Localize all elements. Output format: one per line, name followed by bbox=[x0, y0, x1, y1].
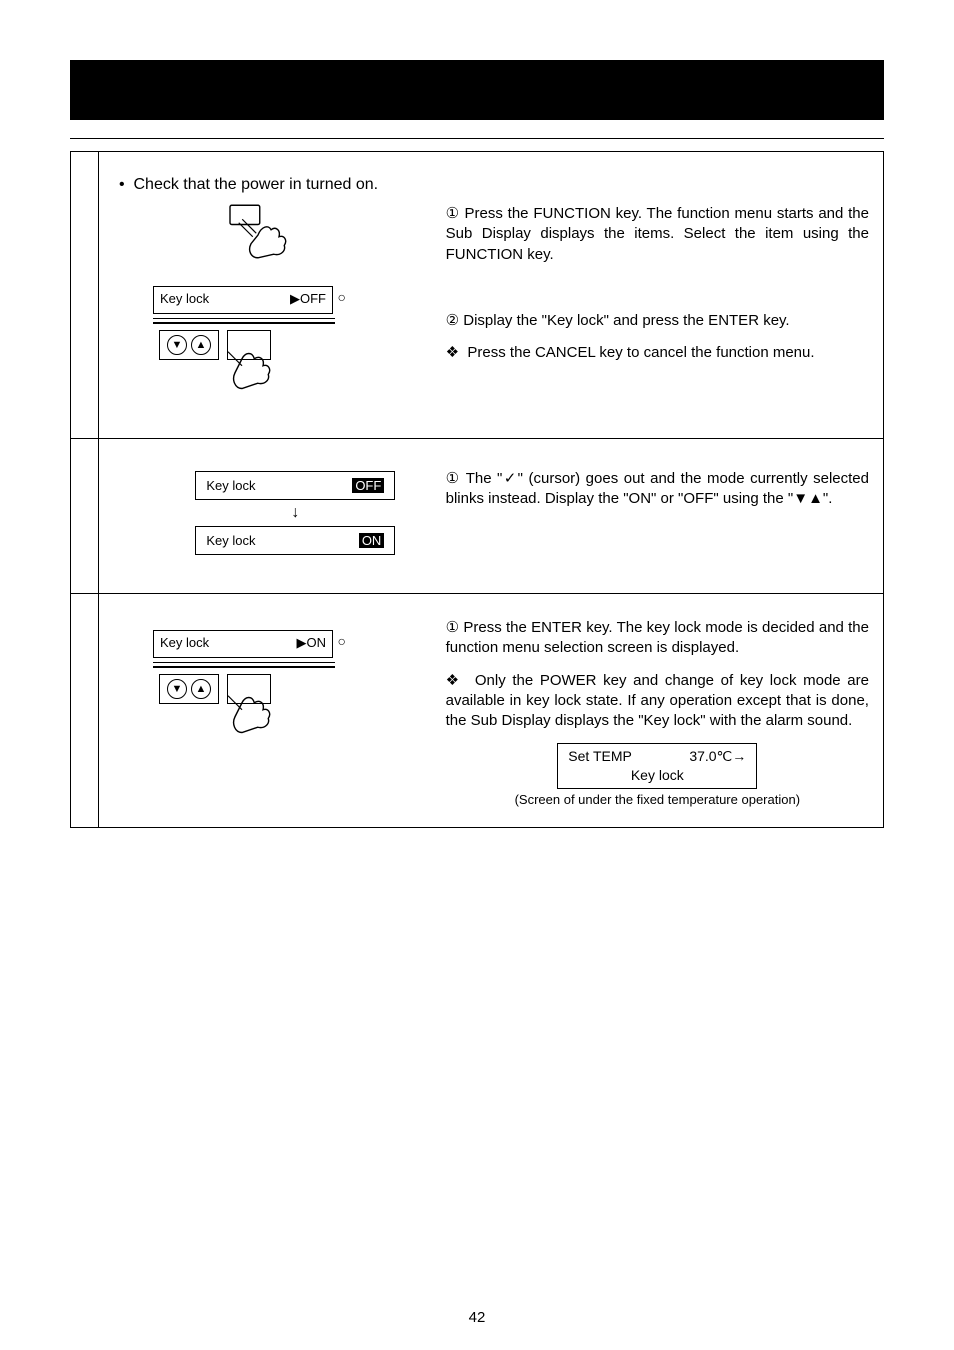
step-gutter-1 bbox=[71, 152, 99, 439]
step1-para2: ② Display the "Key lock" and press the E… bbox=[446, 311, 869, 331]
steps-table: • Check that the power in turned on. Key… bbox=[70, 151, 884, 828]
step2-para1: ① The "✓" (cursor) goes out and the mode… bbox=[446, 469, 869, 510]
step3-text1: Press the ENTER key. The key lock mode i… bbox=[446, 619, 869, 656]
lcd-example-keylock: Set TEMP 37.0℃→ Key lock bbox=[557, 743, 757, 789]
lcd-keylock-off: Key lock ▶OFF ○ bbox=[153, 286, 333, 314]
num-1-icon: ① bbox=[446, 470, 461, 487]
step1-para1: ① Press the FUNCTION key. The function m… bbox=[446, 204, 869, 265]
lcd-value: ▶OFF bbox=[290, 291, 326, 307]
example-caption: (Screen of under the fixed temperature o… bbox=[515, 791, 800, 809]
num-1-icon: ① bbox=[446, 619, 460, 636]
lcd-label: Key lock bbox=[160, 291, 209, 307]
down-arrow-icon: ↓ bbox=[291, 504, 299, 522]
num-1-icon: ① bbox=[446, 205, 460, 222]
step-cell-3: Key lock ▶ON ○ ▼ bbox=[99, 594, 884, 828]
lcd-label: Key lock bbox=[160, 635, 209, 651]
example-lcd-row2: Key lock bbox=[564, 766, 750, 785]
step-gutter-3 bbox=[71, 594, 99, 828]
diamond-icon: ❖ bbox=[446, 672, 462, 689]
diamond-icon: ❖ bbox=[446, 344, 459, 361]
step2-text1: The "✓" (cursor) goes out and the mode c… bbox=[446, 470, 869, 507]
keypad-drawing: ▼ ▲ bbox=[159, 674, 438, 704]
page-number: 42 bbox=[0, 1309, 954, 1326]
lcd-label: Key lock bbox=[206, 533, 255, 548]
lcd-keylock-on: Key lock ▶ON ○ bbox=[153, 630, 333, 658]
step3-para1: ① Press the ENTER key. The key lock mode… bbox=[446, 618, 869, 659]
step1-text3: Press the CANCEL key to cancel the funct… bbox=[467, 344, 814, 361]
down-key-icon: ▼ bbox=[167, 335, 187, 355]
hand-press-icon bbox=[207, 350, 277, 420]
step-gutter-2 bbox=[71, 439, 99, 594]
lcd-keylock-on-highlight: Key lock ON bbox=[195, 526, 395, 555]
down-key-icon: ▼ bbox=[167, 679, 187, 699]
step1-para3: ❖ Press the CANCEL key to cancel the fun… bbox=[446, 343, 869, 363]
lcd-keylock-off-highlight: Key lock OFF bbox=[195, 471, 395, 500]
example-lcd-right: 37.0℃→ bbox=[689, 747, 746, 766]
lcd-value-off-inverted: OFF bbox=[352, 478, 384, 493]
step3-text2: Only the POWER key and change of key loc… bbox=[446, 672, 869, 730]
step1-text2: Display the "Key lock" and press the ENT… bbox=[463, 312, 789, 329]
lcd-label: Key lock bbox=[206, 478, 255, 493]
bullet-check-power: • Check that the power in turned on. bbox=[119, 176, 869, 194]
lcd-value-on-inverted: ON bbox=[359, 533, 385, 548]
step-cell-1: • Check that the power in turned on. Key… bbox=[99, 152, 884, 439]
num-2-icon: ② bbox=[446, 312, 459, 329]
led-indicator-icon: ○ bbox=[338, 289, 346, 305]
header-black-band bbox=[70, 60, 884, 120]
led-indicator-icon: ○ bbox=[338, 633, 346, 649]
bullet-check-power-text: Check that the power in turned on. bbox=[134, 176, 379, 193]
step1-text1: Press the FUNCTION key. The function men… bbox=[446, 205, 869, 263]
step3-para2: ❖ Only the POWER key and change of key l… bbox=[446, 671, 869, 732]
keypad-drawing: ▼ ▲ bbox=[159, 330, 438, 360]
hand-press-icon bbox=[207, 694, 277, 764]
example-lcd-left: Set TEMP bbox=[568, 747, 632, 766]
header-rule bbox=[70, 138, 884, 139]
step-cell-2: Key lock OFF ↓ Key lock ON bbox=[99, 439, 884, 594]
hand-press-icon bbox=[223, 200, 293, 270]
lcd-value: ▶ON bbox=[297, 635, 327, 651]
